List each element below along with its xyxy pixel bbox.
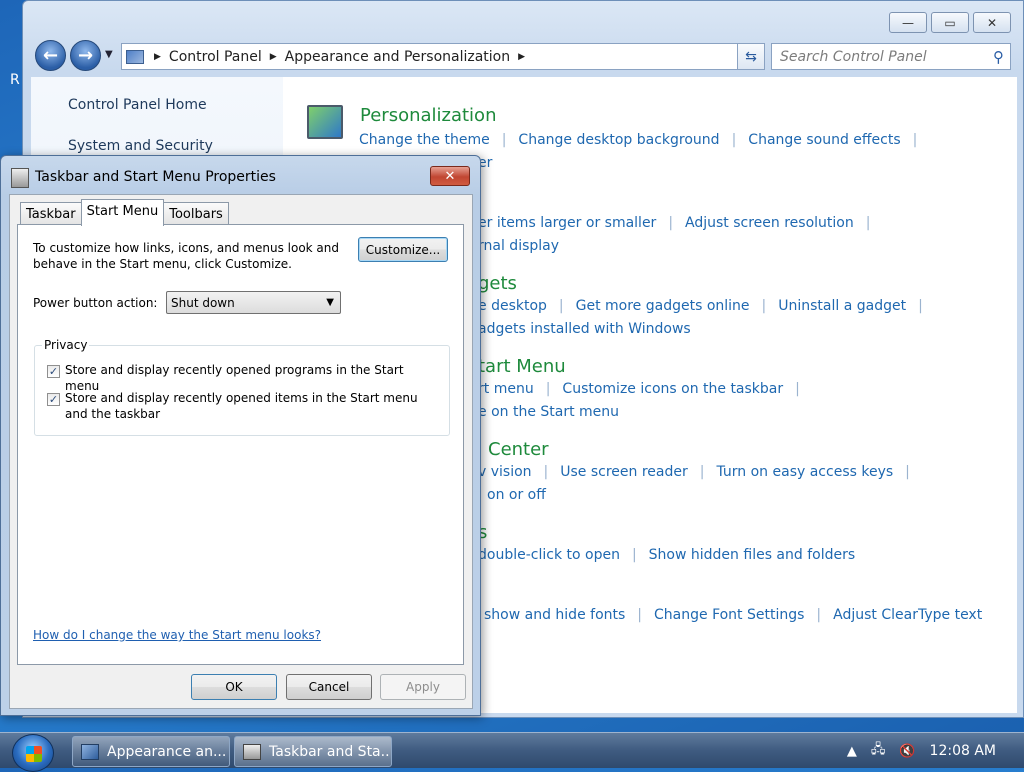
taskbar-button-label: Appearance an... [107,743,227,760]
breadcrumb-arrow-icon[interactable]: ▶ [154,52,161,62]
link-start-menu-pictures[interactable]: e on the Start menu [478,404,619,420]
power-button-value: Shut down [171,295,235,310]
cancel-button[interactable]: Cancel [286,674,372,700]
dialog-close-button[interactable]: ✕ [430,166,470,186]
start-menu-tab-panel: To customize how links, icons, and menus… [17,224,464,665]
personalization-icon [307,105,343,139]
link-change-font-settings[interactable]: Change Font Settings [654,607,804,623]
chevron-down-icon: ▼ [326,297,334,308]
minimize-button[interactable]: — [889,12,927,33]
link-adjust-screen-resolution[interactable]: Adjust screen resolution [685,215,854,231]
category-links-display: er items larger or smaller | Adjust scree… [478,215,871,231]
link-change-sound-effects[interactable]: Change sound effects [748,132,900,148]
link-low-vision[interactable]: v vision [478,464,532,480]
link-control-panel-home[interactable]: Control Panel Home [68,97,207,113]
forward-arrow-icon[interactable]: → [70,40,101,71]
category-links-display-2: rnal display [478,238,559,254]
search-icon[interactable]: ⚲ [993,48,1004,66]
power-button-label: Power button action: [33,296,158,310]
tab-taskbar[interactable]: Taskbar [20,202,82,225]
system-tray: ▲ 🖧 🔇 12:08 AM [847,733,1024,769]
customize-button[interactable]: Customize... [358,237,448,262]
category-links-ease-of-access: v vision | Use screen reader | Turn on eas… [478,464,910,480]
close-button[interactable]: ✕ [973,12,1011,33]
checkbox-recent-items[interactable]: ✓ [47,393,60,406]
taskbar-start-menu-properties-dialog: Taskbar and Start Menu Properties ✕ Task… [0,155,481,716]
search-input[interactable]: Search Control Panel ⚲ [771,43,1011,70]
breadcrumb-appearance[interactable]: Appearance and Personalization [285,49,510,65]
link-change-theme[interactable]: Change the theme [359,132,490,148]
ok-button[interactable]: OK [191,674,277,700]
breadcrumb-arrow-icon[interactable]: ▶ [518,52,525,62]
taskbar-properties-icon [243,743,261,760]
category-links-taskbar: rt menu | Customize icons on the taskbar | [478,381,800,397]
category-title-ease-of-access[interactable]: Center [488,439,549,460]
category-title-gadgets[interactable]: gets [478,273,517,294]
taskbar-button-properties[interactable]: Taskbar and Sta... [234,736,392,767]
help-link[interactable]: How do I change the way the Start menu l… [33,628,321,642]
category-links-gadgets: e desktop | Get more gadgets online | Unin… [478,298,923,314]
category-links-folder-options: double-click to open | Show hidden files … [478,547,856,563]
category-links-personalization: Change the theme | Change desktop backgro… [359,132,918,148]
link-adjust-cleartype[interactable]: Adjust ClearType text [833,607,982,623]
apply-button[interactable]: Apply [380,674,466,700]
address-bar[interactable]: ▶ Control Panel ▶ Appearance and Persona… [121,43,763,70]
checkbox-recent-items-label[interactable]: Store and display recently opened items … [65,390,435,422]
tab-toolbars[interactable]: Toolbars [163,202,229,225]
customize-description: To customize how links, icons, and menus… [33,241,340,271]
link-single-double-click[interactable]: double-click to open [478,547,620,563]
refresh-icon[interactable]: ⇆ [737,43,765,70]
category-links-taskbar-2: e on the Start menu [478,404,619,420]
category-links-gadgets-2: adgets installed with Windows [478,321,691,337]
category-links-ease-of-access-2: on or off [487,487,546,503]
link-show-hide-fonts[interactable]: show and hide fonts [484,607,625,623]
link-easy-access-keys[interactable]: Turn on easy access keys [716,464,893,480]
back-arrow-icon[interactable]: ← [35,40,66,71]
link-restore-gadgets[interactable]: adgets installed with Windows [478,321,691,337]
taskbar-properties-icon [11,168,29,188]
breadcrumb-arrow-icon[interactable]: ▶ [270,52,277,62]
link-get-more-gadgets[interactable]: Get more gadgets online [576,298,750,314]
maximize-button[interactable]: ▭ [931,12,969,33]
link-external-display[interactable]: rnal display [478,238,559,254]
link-show-hidden-files[interactable]: Show hidden files and folders [649,547,856,563]
dialog-body: Taskbar Start Menu Toolbars To customize… [9,194,473,709]
search-placeholder: Search Control Panel [780,48,927,65]
privacy-legend: Privacy [42,338,90,352]
power-button-action-select[interactable]: Shut down ▼ [166,291,341,314]
tab-start-menu[interactable]: Start Menu [80,199,165,226]
desktop-icon-label: R [10,72,20,88]
network-icon[interactable]: 🖧 [871,740,886,762]
link-customize-taskbar-icons[interactable]: Customize icons on the taskbar [562,381,783,397]
link-make-items-larger[interactable]: er items larger or smaller [478,215,656,231]
breadcrumb-control-panel[interactable]: Control Panel [169,49,262,65]
recent-pages-chevron-icon[interactable]: ▼ [105,49,113,60]
link-add-gadgets[interactable]: e desktop [478,298,547,314]
link-customize-start-menu[interactable]: rt menu [478,381,534,397]
link-system-and-security[interactable]: System and Security [68,138,213,154]
taskbar-button-control-panel[interactable]: Appearance an... [72,736,230,767]
control-panel-icon [81,743,99,760]
category-links-fonts: show and hide fonts | Change Font Setting… [484,607,983,623]
checkbox-recent-programs[interactable]: ✓ [47,365,60,378]
dialog-title: Taskbar and Start Menu Properties [35,169,276,185]
volume-muted-icon[interactable]: 🔇 [899,744,915,759]
link-uninstall-gadget[interactable]: Uninstall a gadget [778,298,906,314]
link-use-screen-reader[interactable]: Use screen reader [560,464,688,480]
link-high-contrast[interactable]: on or off [487,487,546,503]
clock[interactable]: 12:08 AM [930,743,996,759]
start-button[interactable] [12,734,54,772]
window-controls: — ▭ ✕ [889,12,1011,33]
tab-strip: Taskbar Start Menu Toolbars [20,199,229,226]
link-change-desktop-background[interactable]: Change desktop background [518,132,719,148]
windows-logo-icon [26,746,42,762]
category-title-personalization[interactable]: Personalization [360,105,496,126]
taskbar: Appearance an... Taskbar and Sta... ▲ 🖧 … [0,732,1024,772]
control-panel-icon [126,49,144,64]
category-title-taskbar-start-menu[interactable]: tart Menu [478,356,566,377]
show-hidden-icons-arrow-icon[interactable]: ▲ [847,744,857,759]
taskbar-button-label: Taskbar and Sta... [269,743,392,760]
